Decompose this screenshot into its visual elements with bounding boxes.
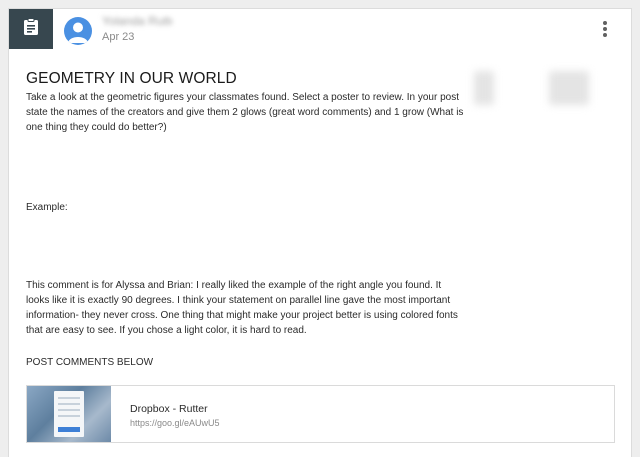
example-comment: This comment is for Alyssa and Brian: I … — [26, 280, 458, 336]
post-instructions: Take a look at the geometric figures you… — [26, 92, 464, 133]
stream-post-card: Yolanda Rutter Apr 23 GEOMETRY IN OUR WO… — [8, 8, 632, 457]
post-header: Yolanda Rutter Apr 23 — [9, 9, 631, 63]
blurred-region — [474, 71, 494, 105]
author-avatar[interactable] — [64, 17, 92, 45]
attachment-link[interactable]: Dropbox - Rutter https://goo.gl/eAUwU5 — [26, 385, 615, 443]
attachment-thumbnail — [27, 386, 111, 442]
assignment-type-tile — [9, 9, 53, 49]
attachment-url: https://goo.gl/eAUwU5 — [130, 418, 220, 428]
example-label: Example: — [26, 202, 68, 213]
post-date: Apr 23 — [102, 31, 135, 43]
blurred-region — [549, 71, 589, 105]
assignment-icon — [23, 17, 39, 41]
person-avatar-icon — [64, 22, 92, 45]
post-title: GEOMETRY IN OUR WORLD — [26, 70, 237, 87]
post-comments-label: POST COMMENTS BELOW — [26, 357, 154, 368]
more-vert-icon[interactable] — [597, 19, 613, 39]
attachment-title: Dropbox - Rutter — [130, 403, 208, 415]
author-name: Yolanda Rutter — [102, 14, 172, 28]
